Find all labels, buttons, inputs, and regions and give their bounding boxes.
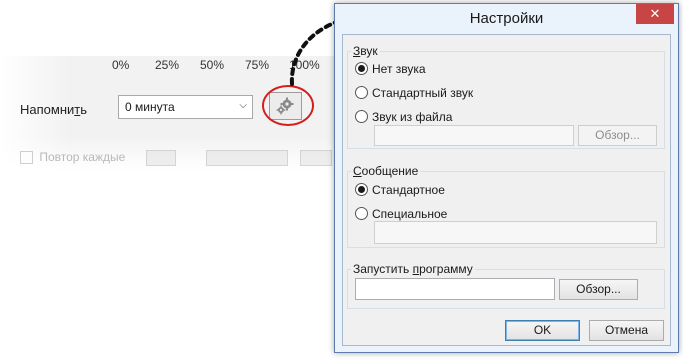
sound-group-title: Звук [351, 44, 380, 58]
repeat-checkbox[interactable] [20, 151, 33, 165]
program-group-title: Запустить программу [351, 262, 475, 276]
program-group: Запустить программу Обзор... [347, 262, 665, 309]
sound-option-standard-label: Стандартный звук [372, 86, 474, 100]
highlight-circle [262, 85, 314, 126]
settings-dialog: Настройки ✕ Звук Нет звука Стандартный з… [334, 3, 679, 353]
chevron-down-icon: ⌵ [239, 100, 247, 111]
radio-none[interactable] [355, 62, 368, 75]
repeat-label: Повтор каждые [39, 150, 126, 164]
repeat-unit-select[interactable] [206, 150, 288, 166]
remind-label: Напомнить [20, 102, 88, 117]
message-group: Сообщение Стандартное Специальное [347, 164, 665, 248]
cancel-button[interactable]: Отмена [589, 320, 664, 341]
ok-button[interactable]: OK [505, 320, 580, 341]
dialog-title-bar[interactable]: Настройки ✕ [335, 4, 678, 34]
custom-message-field[interactable] [374, 221, 657, 244]
dialog-title: Настройки [469, 10, 544, 27]
message-group-title: Сообщение [351, 164, 421, 178]
radio-standard-sound[interactable] [355, 86, 368, 99]
percent-label-75: 75% [245, 58, 270, 72]
sound-option-file-label: Звук из файла [372, 110, 453, 124]
remind-select[interactable]: 0 минута ⌵ [118, 95, 253, 119]
message-option-custom[interactable]: Специальное [355, 207, 447, 221]
percent-label-50: 50% [200, 58, 225, 72]
sound-option-file[interactable]: Звук из файла [355, 110, 452, 124]
percent-label-25: 25% [155, 58, 180, 72]
sound-file-field[interactable] [374, 125, 574, 146]
sound-browse-button[interactable]: Обзор... [578, 125, 657, 146]
radio-message-custom[interactable] [355, 207, 368, 220]
sound-group: Звук Нет звука Стандартный звук Звук из … [347, 44, 665, 149]
program-browse-button[interactable]: Обзор... [559, 279, 638, 300]
remind-select-value: 0 минута [125, 100, 175, 114]
sound-option-standard[interactable]: Стандартный звук [355, 86, 473, 100]
repeat-row: Повтор каждые [20, 150, 126, 165]
sound-option-none[interactable]: Нет звука [355, 62, 426, 76]
radio-message-standard[interactable] [355, 183, 368, 196]
close-button[interactable]: ✕ [636, 4, 674, 24]
sound-option-none-label: Нет звука [372, 62, 426, 76]
message-option-standard-label: Стандартное [372, 183, 445, 197]
repeat-interval-field[interactable] [146, 150, 176, 166]
repeat-extra-button[interactable] [300, 150, 332, 166]
program-path-field[interactable] [355, 278, 555, 300]
message-option-custom-label: Специальное [372, 207, 448, 221]
close-icon: ✕ [649, 6, 661, 21]
percent-label-100: 100% [289, 58, 320, 72]
percent-label-0: 0% [112, 58, 130, 72]
dialog-client-area: Звук Нет звука Стандартный звук Звук из … [342, 34, 671, 346]
message-option-standard[interactable]: Стандартное [355, 183, 445, 197]
radio-sound-file[interactable] [355, 110, 368, 123]
